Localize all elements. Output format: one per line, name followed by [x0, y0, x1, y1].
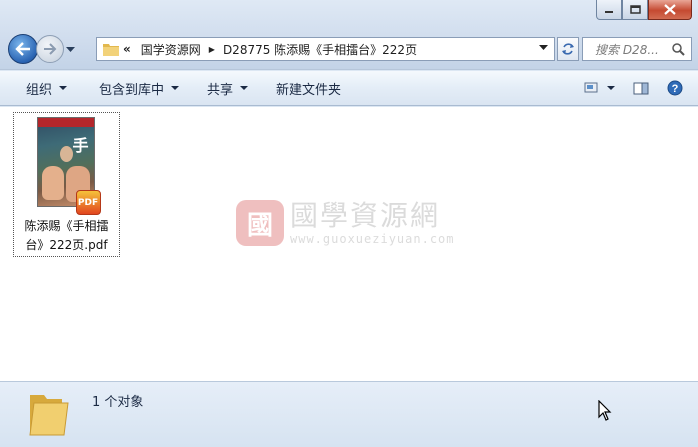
- minimize-icon: [605, 10, 613, 13]
- share-menu[interactable]: 共享: [197, 76, 258, 100]
- new-folder-label: 新建文件夹: [276, 82, 342, 98]
- include-in-library-label: 包含到库中: [99, 82, 165, 98]
- close-icon: [664, 4, 676, 15]
- caret-down-icon: [171, 86, 180, 90]
- address-overflow[interactable]: «: [123, 42, 131, 56]
- watermark-seal-icon: 國: [236, 200, 284, 246]
- organize-label: 组织: [26, 82, 53, 98]
- cover-title-text: 手: [72, 136, 89, 155]
- help-button[interactable]: ?: [662, 77, 688, 99]
- search-icon[interactable]: [672, 43, 685, 56]
- watermark-title: 國學資源網: [290, 199, 441, 232]
- back-button[interactable]: [8, 34, 38, 64]
- change-view-button[interactable]: [578, 77, 604, 99]
- caret-down-icon: [59, 86, 68, 90]
- watermark-text: 國學資源網 www.guoxueziyuan.com: [290, 199, 455, 247]
- refresh-button[interactable]: [557, 37, 579, 61]
- navigation-buttons: [8, 34, 75, 64]
- watermark: 國 國學資源網 www.guoxueziyuan.com: [236, 200, 455, 246]
- maximize-button[interactable]: [622, 0, 648, 20]
- view-options-dropdown[interactable]: [604, 77, 618, 99]
- search-placeholder: 搜索 D28...: [595, 42, 659, 57]
- mouse-cursor-icon: [598, 400, 612, 421]
- details-pane: 1 个对象: [0, 381, 698, 447]
- address-dropdown-icon[interactable]: [539, 45, 548, 51]
- search-input[interactable]: 搜索 D28...: [582, 37, 692, 61]
- arrow-left-icon: [15, 42, 30, 56]
- maximize-icon: [629, 5, 641, 14]
- arrow-right-icon: [44, 43, 57, 55]
- include-in-library-menu[interactable]: 包含到库中: [89, 76, 189, 100]
- window-caption-buttons: [596, 0, 692, 20]
- preview-pane-button[interactable]: [628, 77, 654, 99]
- organize-menu[interactable]: 组织: [16, 76, 77, 100]
- toolbar-right: ?: [574, 77, 688, 99]
- caret-down-icon: [240, 86, 249, 90]
- file-list-area[interactable]: 手 PDF 陈添赐《手相擂台》222页.pdf 國 國學資源網 www.guox…: [0, 107, 698, 381]
- address-segment-current[interactable]: D28775 陈添赐《手相擂台》222页: [223, 41, 417, 58]
- chevron-down-icon: [66, 47, 75, 52]
- address-bar[interactable]: « 国学资源网 ▶ D28775 陈添赐《手相擂台》222页: [96, 37, 555, 61]
- preview-pane-icon: [633, 82, 649, 94]
- help-icon: ?: [667, 80, 683, 96]
- pdf-thumbnail: 手 PDF: [36, 117, 101, 215]
- folder-icon: [103, 44, 119, 56]
- svg-text:?: ?: [672, 83, 679, 95]
- close-button[interactable]: [648, 0, 692, 20]
- new-folder-button[interactable]: 新建文件夹: [266, 76, 351, 100]
- watermark-url: www.guoxueziyuan.com: [290, 232, 455, 246]
- explorer-window: « 国学资源网 ▶ D28775 陈添赐《手相擂台》222页 搜索 D28...…: [0, 0, 698, 447]
- breadcrumb-separator-icon[interactable]: ▶: [209, 45, 215, 54]
- item-count: 1 个对象: [92, 395, 144, 410]
- file-name[interactable]: 陈添赐《手相擂台》222页.pdf: [17, 217, 117, 255]
- command-bar: 组织 包含到库中 共享 新建文件夹 ?: [0, 71, 698, 106]
- recent-pages-dropdown[interactable]: [66, 42, 75, 56]
- forward-button[interactable]: [36, 35, 64, 63]
- folder-icon: [29, 395, 69, 436]
- refresh-icon: [562, 43, 574, 55]
- address-segment-guoxue[interactable]: 国学资源网: [141, 41, 201, 58]
- pdf-icon: PDF: [75, 190, 101, 215]
- minimize-button[interactable]: [596, 0, 622, 20]
- file-item-pdf[interactable]: 手 PDF 陈添赐《手相擂台》222页.pdf: [13, 112, 120, 257]
- view-icon: [584, 82, 598, 93]
- share-label: 共享: [207, 82, 234, 98]
- chevron-down-icon: [607, 85, 615, 90]
